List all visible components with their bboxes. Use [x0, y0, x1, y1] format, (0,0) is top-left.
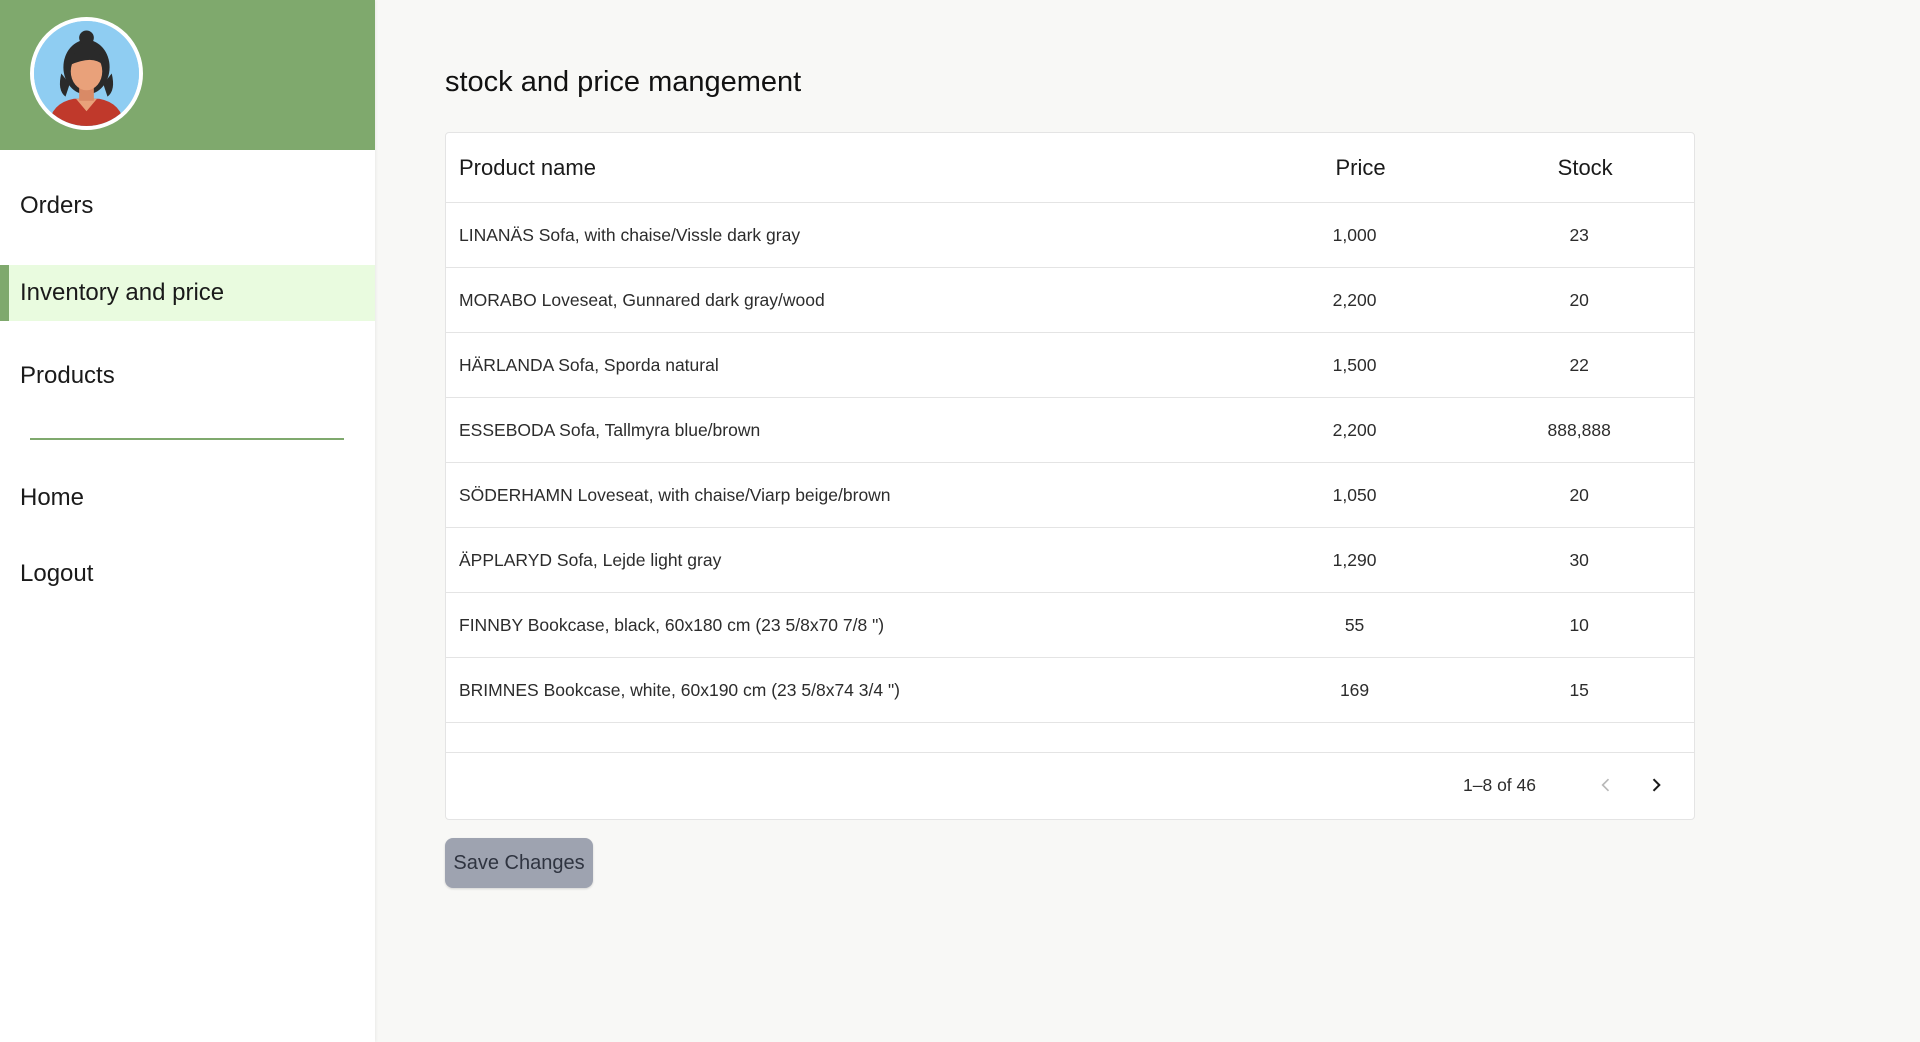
- table-row[interactable]: BRIMNES Bookcase, white, 60x190 cm (23 5…: [446, 658, 1694, 723]
- table-row[interactable]: SÖDERHAMN Loveseat, with chaise/Viarp be…: [446, 463, 1694, 528]
- sidebar-item-label: Home: [20, 484, 85, 511]
- table-header: Product name Price Stock: [446, 133, 1694, 203]
- table-row[interactable]: ESSEBODA Sofa, Tallmyra blue/brown 2,200 8…: [446, 398, 1694, 463]
- price-cell[interactable]: 1,000: [1245, 225, 1465, 246]
- table-pagination: 1–8 of 46: [446, 753, 1694, 817]
- sidebar-item-orders[interactable]: Orders: [0, 178, 375, 234]
- price-cell[interactable]: 1,500: [1245, 355, 1465, 376]
- stock-cell[interactable]: 23: [1464, 225, 1694, 246]
- table-row[interactable]: ÄPPLARYD Sofa, Lejde light gray 1,290 30: [446, 528, 1694, 593]
- stock-cell[interactable]: 30: [1464, 550, 1694, 571]
- price-cell[interactable]: 2,200: [1245, 290, 1465, 311]
- price-cell[interactable]: 1,050: [1245, 485, 1465, 506]
- stock-cell[interactable]: 10: [1464, 615, 1694, 636]
- product-name-cell: BRIMNES Bookcase, white, 60x190 cm (23 5…: [459, 679, 901, 700]
- price-cell[interactable]: 55: [1245, 615, 1465, 636]
- price-cell[interactable]: 1,290: [1245, 550, 1465, 571]
- sidebar-item-label: Inventory and price: [20, 279, 225, 306]
- sidebar-header: [0, 0, 375, 150]
- column-header-price[interactable]: Price: [1245, 155, 1465, 181]
- product-name-cell: SÖDERHAMN Loveseat, with chaise/Viarp be…: [459, 484, 891, 505]
- pagination-range: 1–8 of 46: [1463, 774, 1536, 795]
- product-name-cell: ESSEBODA Sofa, Tallmyra blue/brown: [459, 419, 761, 440]
- sidebar-item-label: Products: [20, 362, 115, 389]
- sidebar-item-home[interactable]: Home: [0, 470, 375, 526]
- chevron-left-icon[interactable]: [1588, 767, 1624, 803]
- product-name-cell: LINANÄS Sofa, with chaise/Vissle dark gr…: [459, 224, 801, 245]
- table-filler-row: [446, 723, 1694, 753]
- female-user-avatar-icon[interactable]: [30, 17, 143, 130]
- column-header-product-name[interactable]: Product name: [446, 155, 1245, 181]
- sidebar-item-label: Orders: [20, 192, 94, 219]
- stock-cell[interactable]: 22: [1464, 355, 1694, 376]
- save-changes-button[interactable]: Save Changes: [445, 838, 593, 888]
- product-name-cell: HÄRLANDA Sofa, Sporda natural: [459, 354, 719, 375]
- table-row[interactable]: FINNBY Bookcase, black, 60x180 cm (23 5/…: [446, 593, 1694, 658]
- sidebar: Orders Inventory and price Products Home…: [0, 0, 375, 1042]
- sidebar-divider: [30, 438, 344, 440]
- sidebar-item-logout[interactable]: Logout: [0, 546, 375, 602]
- table-body: LINANÄS Sofa, with chaise/Vissle dark gr…: [446, 203, 1694, 723]
- price-cell[interactable]: 2,200: [1245, 420, 1465, 441]
- table-row[interactable]: MORABO Loveseat, Gunnared dark gray/wood…: [446, 268, 1694, 333]
- stock-cell[interactable]: 888,888: [1464, 420, 1694, 441]
- sidebar-item-products[interactable]: Products: [0, 348, 375, 404]
- product-name-cell: FINNBY Bookcase, black, 60x180 cm (23 5/…: [459, 614, 885, 635]
- price-cell[interactable]: 169: [1245, 680, 1465, 701]
- inventory-table: Product name Price Stock LINANÄS Sofa, w…: [445, 132, 1695, 820]
- column-header-stock[interactable]: Stock: [1464, 155, 1694, 181]
- product-name-cell: MORABO Loveseat, Gunnared dark gray/wood: [459, 289, 825, 310]
- stock-cell[interactable]: 20: [1464, 290, 1694, 311]
- avatar-illustration: [34, 21, 139, 126]
- sidebar-item-label: Logout: [20, 560, 94, 587]
- stock-cell[interactable]: 20: [1464, 485, 1694, 506]
- chevron-right-icon[interactable]: [1638, 767, 1674, 803]
- product-name-cell: ÄPPLARYD Sofa, Lejde light gray: [459, 549, 722, 570]
- table-row[interactable]: LINANÄS Sofa, with chaise/Vissle dark gr…: [446, 203, 1694, 268]
- stock-cell[interactable]: 15: [1464, 680, 1694, 701]
- table-row[interactable]: HÄRLANDA Sofa, Sporda natural 1,500 22: [446, 333, 1694, 398]
- sidebar-item-inventory-and-price[interactable]: Inventory and price: [0, 265, 375, 321]
- page-title: stock and price mangement: [445, 66, 802, 98]
